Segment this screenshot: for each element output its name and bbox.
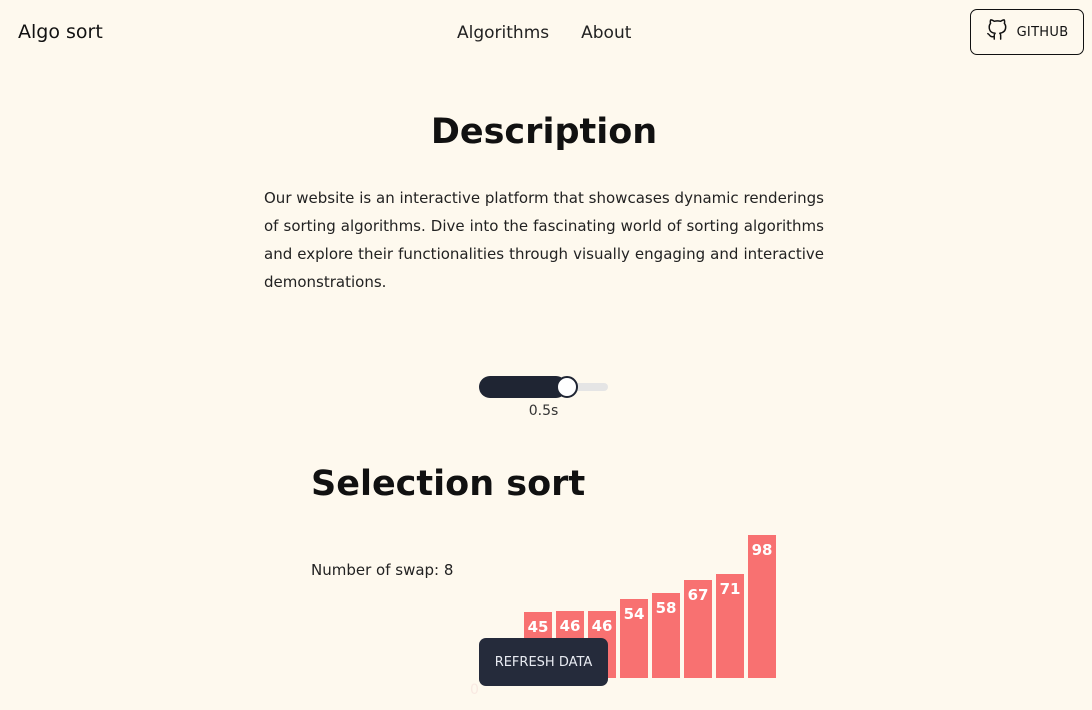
description-title: Description — [430, 112, 658, 152]
value-bar: 54 — [620, 599, 648, 678]
bar-value-label: 54 — [623, 605, 645, 623]
slider-thumb[interactable] — [556, 376, 578, 398]
github-icon — [986, 19, 1008, 45]
swap-count: Number of swap: 8 — [311, 561, 454, 579]
speed-slider[interactable] — [479, 376, 608, 398]
page: Algo sort Algorithms About GITHUB Descri… — [0, 0, 1092, 710]
main-nav: Algorithms About — [457, 23, 631, 43]
bar-value-label: 58 — [655, 599, 677, 617]
algorithm-title: Selection sort — [311, 464, 586, 504]
value-bar: 58 — [652, 593, 680, 678]
nav-link-algorithms[interactable]: Algorithms — [457, 23, 549, 43]
brand-title[interactable]: Algo sort — [18, 21, 103, 43]
value-bar: 98 — [748, 535, 776, 678]
bar-value-label: 67 — [687, 586, 709, 604]
value-bar: 71 — [716, 574, 744, 678]
description-text: Our website is an interactive platform t… — [264, 189, 824, 291]
bar-value-label: 71 — [719, 580, 741, 598]
bar-visualization: 45 46 46 54 58 67 71 98 — [0, 0, 1092, 710]
bar-value-label: 98 — [751, 541, 773, 559]
slider-fill — [479, 376, 567, 398]
faded-bar-label: 0 — [470, 682, 479, 698]
refresh-data-button[interactable]: REFRESH DATA — [479, 638, 608, 686]
nav-link-about[interactable]: About — [581, 23, 631, 43]
value-bar: 67 — [684, 580, 712, 678]
github-label: GITHUB — [1016, 24, 1069, 40]
speed-value: 0.5s — [528, 403, 559, 419]
github-button[interactable]: GITHUB — [970, 9, 1084, 55]
